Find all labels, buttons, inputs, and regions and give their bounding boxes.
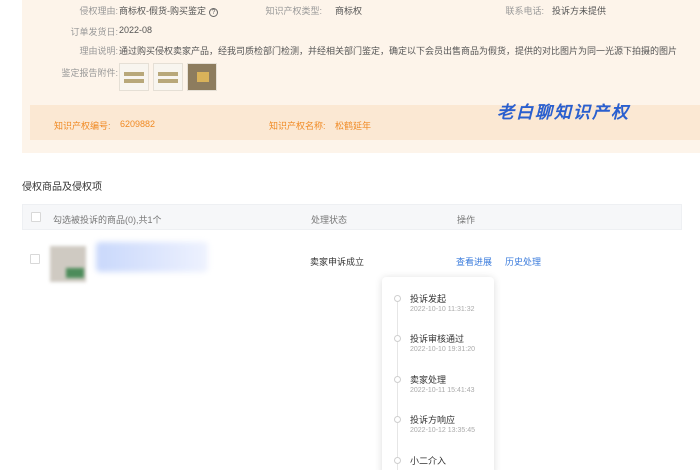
timeline-dot-icon [394, 376, 401, 383]
ip-type-label: 知识产权类型: [265, 6, 322, 16]
timeline-dot-icon [394, 416, 401, 423]
ship-date-label: 订单发货日: [70, 27, 118, 37]
timeline-time: 2022-10-10 19:31:20 [410, 346, 475, 353]
complaint-info-panel: 侵权理由: 商标权-假货-购买鉴定? 知识产权类型: 商标权 联系电话: 投诉方… [22, 0, 700, 153]
timeline-label: 小二介入 [410, 456, 447, 466]
description-label: 理由说明: [79, 46, 118, 56]
reason-label: 侵权理由: [79, 6, 118, 16]
column-status: 处理状态 [311, 215, 348, 225]
history-link[interactable]: 历史处理 [505, 255, 541, 268]
ip-number-value: 6209882 [120, 119, 156, 129]
description-value: 通过购买侵权卖家产品，经我司质检部门检测，并经相关部门鉴定，确定以下会员出售商品… [119, 46, 678, 56]
timeline-label: 卖家处理 [410, 375, 447, 385]
help-icon[interactable]: ? [209, 8, 218, 17]
product-title-blurred[interactable] [96, 242, 208, 272]
timeline-dot-icon [394, 457, 401, 464]
ip-type-value: 商标权 [335, 6, 363, 16]
row-checkbox[interactable] [30, 254, 40, 264]
product-image[interactable] [50, 246, 86, 282]
timeline-time: 2022-10-11 15:41:43 [410, 387, 475, 394]
timeline-time: 2022-10-12 13:35:45 [410, 427, 475, 434]
ip-name-label: 知识产权名称: [269, 121, 326, 131]
attachment-label: 鉴定报告附件: [61, 68, 118, 78]
timeline-line [397, 299, 398, 470]
ip-name-value: 松鹤延年 [335, 121, 372, 131]
ship-date-value: 2022-08 [119, 25, 153, 35]
select-all-checkbox[interactable] [31, 212, 41, 222]
view-progress-link[interactable]: 查看进展 [456, 255, 492, 268]
section-title: 侵权商品及侵权项 [22, 182, 102, 193]
watermark-text: 老白聊知识产权 [497, 103, 630, 123]
timeline-dot-icon [394, 295, 401, 302]
attachment-thumb-2[interactable] [153, 63, 183, 91]
timeline-time: 2022-10-10 11:31:32 [410, 306, 475, 313]
progress-popover: 投诉发起 2022-10-10 11:31:32 投诉审核通过 2022-10-… [382, 277, 494, 470]
row-status: 卖家申诉成立 [310, 257, 365, 267]
contact-value: 投诉方未提供 [552, 6, 607, 16]
column-select: 勾选被投诉的商品(0),共1个 [53, 215, 162, 225]
reason-value: 商标权-假货-购买鉴定? [119, 4, 218, 17]
timeline-dot-icon [394, 335, 401, 342]
timeline-label: 投诉审核通过 [410, 334, 465, 344]
attachment-thumb-3[interactable] [187, 63, 217, 91]
attachment-thumb-1[interactable] [119, 63, 149, 91]
table-header: 勾选被投诉的商品(0),共1个 处理状态 操作 [22, 204, 682, 230]
column-action: 操作 [457, 215, 476, 225]
timeline-label: 投诉发起 [410, 294, 447, 304]
timeline-label: 投诉方响应 [410, 415, 456, 425]
ip-number-label: 知识产权编号: [54, 121, 111, 131]
contact-label: 联系电话: [505, 6, 544, 16]
